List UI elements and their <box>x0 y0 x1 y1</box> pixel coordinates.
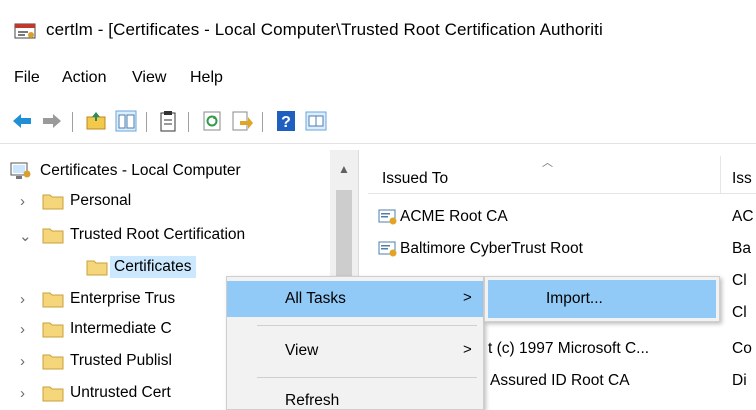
certificate-manager-icon <box>14 23 36 39</box>
help-icon[interactable]: ? <box>274 109 298 133</box>
submenu-arrow-icon: > <box>463 289 472 306</box>
table-row[interactable]: Baltimore CyberTrust Root Ba <box>368 234 756 264</box>
certificate-icon <box>378 241 397 257</box>
window-title: certlm - [Certificates - Local Computer\… <box>46 20 603 39</box>
toolbar-separator <box>188 112 189 132</box>
chevron-down-icon[interactable]: ⌄ <box>19 227 33 245</box>
forward-icon[interactable] <box>40 109 64 133</box>
menu-file[interactable]: File <box>14 69 40 87</box>
cell-issued-to: t (c) 1997 Microsoft C... <box>488 340 650 357</box>
computer-certificates-icon <box>10 162 31 179</box>
menu-help[interactable]: Help <box>190 69 223 87</box>
scroll-up-icon[interactable]: ▲ <box>338 162 350 176</box>
toolbar-separator <box>262 112 263 132</box>
toolbar-separator <box>72 112 73 132</box>
folder-icon <box>42 292 64 308</box>
cell-issued-by: Co <box>732 340 752 357</box>
folder-icon <box>42 354 64 370</box>
table-row[interactable]: ACME Root CA AC <box>368 202 756 232</box>
cell-issued-to: ACME Root CA <box>400 208 508 225</box>
tree-item-trusted-root[interactable]: ⌄ Trusted Root Certification <box>8 222 338 250</box>
folder-icon <box>86 260 108 276</box>
submenu-arrow-icon: > <box>463 341 472 358</box>
tree-item-label-selected: Certificates <box>110 256 196 278</box>
svg-text:?: ? <box>281 114 291 131</box>
cell-issued-by: Cl <box>732 304 747 321</box>
back-icon[interactable] <box>10 109 34 133</box>
column-separator[interactable] <box>720 156 721 194</box>
folder-icon <box>42 194 64 210</box>
menu-separator <box>257 377 477 378</box>
folder-icon <box>42 386 64 402</box>
menu-item-label: Refresh <box>285 392 340 409</box>
certificate-icon <box>378 209 397 225</box>
tree-item-label: Personal <box>70 192 132 209</box>
up-folder-icon[interactable] <box>84 109 108 133</box>
folder-icon <box>42 322 64 338</box>
menu-item-import[interactable]: Import... <box>488 280 716 318</box>
chevron-right-icon[interactable]: › <box>20 321 34 338</box>
all-tasks-submenu: Import... <box>484 276 720 322</box>
column-header-issued-by[interactable]: Iss <box>732 170 752 188</box>
chevron-right-icon[interactable]: › <box>20 353 34 370</box>
chevron-right-icon[interactable]: › <box>20 193 34 210</box>
cell-issued-by: Di <box>732 372 747 389</box>
refresh-icon[interactable] <box>200 109 224 133</box>
toolbar-separator <box>146 112 147 132</box>
menu-item-all-tasks[interactable]: All Tasks > <box>227 281 483 317</box>
menu-action[interactable]: Action <box>62 69 106 87</box>
cell-issued-by: Cl <box>732 272 747 289</box>
tree-item-root[interactable]: Certificates - Local Computer <box>8 158 338 186</box>
list-header: ︿ Issued To Iss <box>368 150 756 194</box>
chevron-right-icon[interactable]: › <box>20 291 34 308</box>
title-bar: certlm - [Certificates - Local Computer\… <box>0 0 756 58</box>
menu-item-refresh[interactable]: Refresh <box>227 383 483 410</box>
cell-issued-by: AC <box>732 208 754 225</box>
menu-item-view[interactable]: View > <box>227 333 483 369</box>
tree-item-personal[interactable]: › Personal <box>8 188 338 216</box>
menu-separator <box>257 325 477 326</box>
tree-item-label: Trusted Root Certification <box>70 226 246 243</box>
cell-issued-to: Assured ID Root CA <box>490 372 630 389</box>
tree-item-label: Untrusted Cert <box>70 384 171 401</box>
cell-issued-by: Ba <box>732 240 751 257</box>
export-list-icon[interactable] <box>230 109 254 133</box>
menu-item-label: View <box>285 342 319 359</box>
tree-item-label: Trusted Publisl <box>70 352 172 369</box>
menu-item-label: Import... <box>546 290 603 307</box>
menu-item-label: All Tasks <box>285 290 346 307</box>
toolbar: ? <box>0 100 756 144</box>
chevron-right-icon[interactable]: › <box>20 385 34 402</box>
column-header-issued-to[interactable]: Issued To <box>382 170 448 188</box>
menu-view[interactable]: View <box>132 69 166 87</box>
tree-item-label: Intermediate C <box>70 320 172 337</box>
clipboard-icon[interactable] <box>156 109 180 133</box>
tree-item-label: Certificates - Local Computer <box>40 162 241 179</box>
menu-bar: File Action View Help <box>0 58 756 100</box>
cell-issued-to: Baltimore CyberTrust Root <box>400 240 583 257</box>
show-hide-tree-icon[interactable] <box>114 109 138 133</box>
context-menu: All Tasks > View > Refresh <box>226 276 484 410</box>
properties-icon[interactable] <box>304 109 328 133</box>
sort-ascending-icon: ︿ <box>542 157 553 169</box>
folder-open-icon <box>42 228 64 244</box>
tree-item-label: Enterprise Trus <box>70 290 176 307</box>
